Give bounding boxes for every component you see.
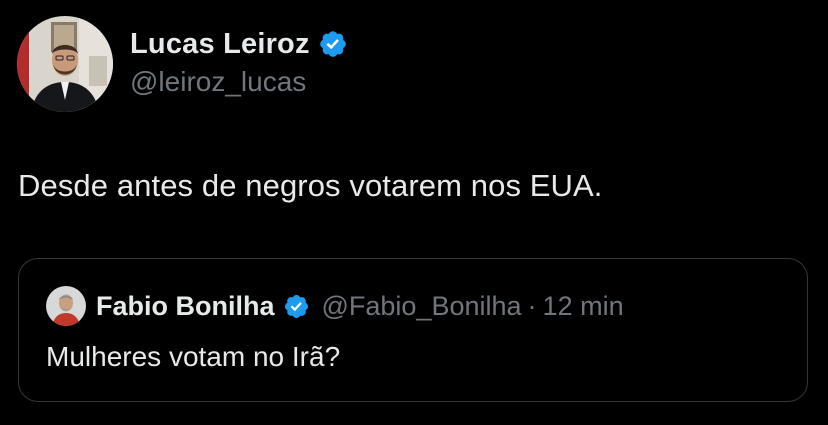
author-avatar-photo bbox=[17, 16, 113, 112]
quoted-tweet-card[interactable]: Fabio Bonilha @Fabio_Bonilha · 12 min Mu… bbox=[18, 258, 808, 402]
quoted-author-avatar-photo bbox=[46, 286, 86, 326]
quoted-verified-badge-icon bbox=[283, 293, 310, 320]
quoted-timestamp[interactable]: 12 min bbox=[543, 291, 624, 322]
quoted-author-handle[interactable]: @Fabio_Bonilha bbox=[322, 291, 522, 322]
quoted-separator: · bbox=[527, 290, 537, 321]
quoted-tweet-header: Fabio Bonilha @Fabio_Bonilha · 12 min bbox=[46, 286, 624, 326]
author-name[interactable]: Lucas Leiroz bbox=[130, 28, 310, 61]
author-handle[interactable]: @leiroz_lucas bbox=[130, 66, 306, 98]
quoted-author-name[interactable]: Fabio Bonilha bbox=[96, 291, 275, 322]
author-name-row: Lucas Leiroz bbox=[130, 26, 348, 62]
quoted-author-avatar[interactable] bbox=[46, 286, 86, 326]
verified-badge-icon bbox=[318, 29, 348, 59]
author-avatar[interactable] bbox=[17, 16, 113, 112]
quoted-tweet-text: Mulheres votam no Irã? bbox=[46, 341, 341, 372]
tweet-text: Desde antes de negros votarem nos EUA. bbox=[18, 168, 603, 203]
